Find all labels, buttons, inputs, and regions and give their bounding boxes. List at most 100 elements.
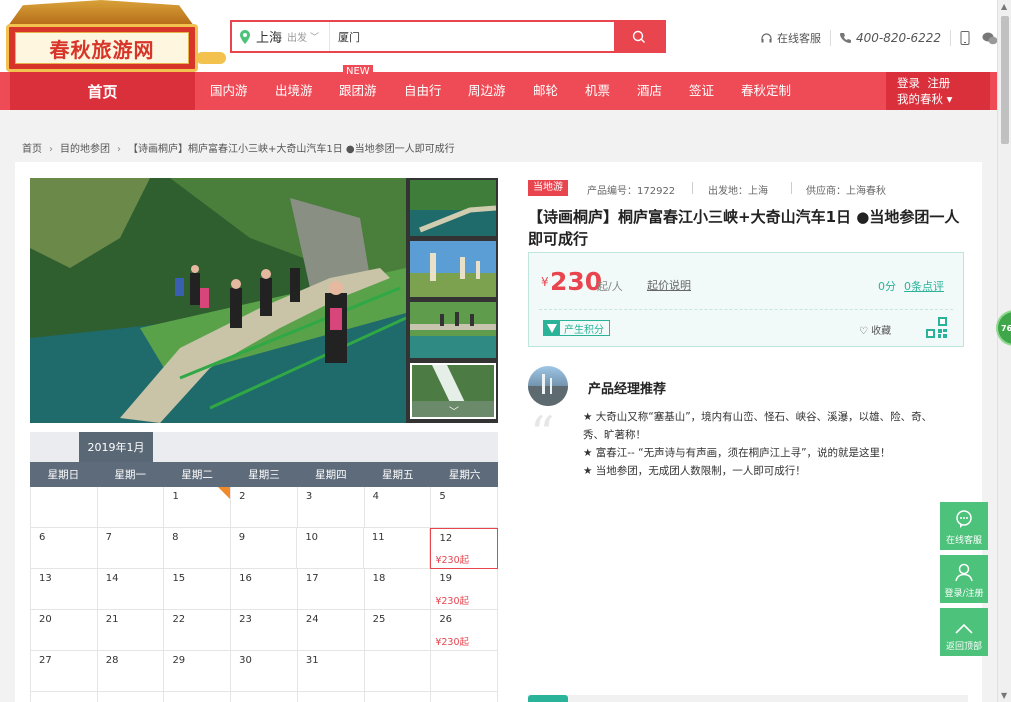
calendar-day-number: 29 [172, 655, 186, 666]
supplier: 供应商：上海春秋 [806, 186, 886, 197]
breadcrumb-home[interactable]: 首页 [22, 144, 42, 155]
breadcrumb-category[interactable]: 目的地参团 [60, 144, 110, 155]
login-link[interactable]: 登录 [897, 76, 920, 90]
departure-city-select[interactable]: 上海 出发 ﹀ [232, 22, 330, 51]
price-explain-link[interactable]: 起价说明 [647, 277, 691, 293]
calendar-day-number: 26 [439, 614, 453, 625]
favorite-button[interactable]: ♡ 收藏 [859, 322, 891, 337]
calendar-week-row: 1 2 3 4 5 [30, 487, 499, 528]
calendar-day: 31 [297, 651, 365, 692]
breadcrumb-current: 【诗画桐庐】桐庐富春江小三峡+大奇山汽车1日 ●当地参团一人即可成行 [128, 144, 455, 155]
calendar-empty-cell [30, 692, 98, 702]
new-badge: NEW [343, 65, 373, 79]
gallery-thumbnail-1[interactable] [410, 180, 496, 236]
weekday-label: 星期五 [381, 469, 414, 481]
calendar-day-number: 16 [239, 573, 252, 584]
calendar-day-number: 21 [105, 614, 119, 625]
nav-item-flights[interactable]: 机票 [585, 72, 610, 110]
calendar-day: 14 [97, 569, 165, 610]
calendar-day: 15 [164, 569, 232, 610]
float-login-button[interactable]: 登录/注册 [940, 555, 988, 603]
calendar-month-tabs: 2019年1月 [30, 432, 498, 462]
recommendation-line: ★ 大奇山又称“塞基山”，境内有山峦、怪石、峡谷、溪瀑，以雄、险、奇、秀、旷著称… [583, 411, 933, 441]
gallery-thumbnail-2[interactable] [410, 241, 496, 297]
reviews-link[interactable]: 0条点评 [904, 278, 944, 294]
my-account-menu[interactable]: 我的春秋 ▾ [897, 92, 952, 106]
calendar-empty-cell [30, 487, 98, 528]
calendar-day: 22 [164, 610, 232, 651]
calendar-day-number: 10 [305, 532, 319, 543]
departure-city: 上海 [256, 31, 283, 46]
calendar-day[interactable]: 19 ¥230起 [431, 569, 499, 610]
gallery-thumbnail-4-selected[interactable]: ﹀ [410, 363, 496, 419]
calendar-empty-cell [98, 692, 165, 702]
nav-item-visa[interactable]: 签证 [689, 72, 714, 110]
product-type-badge: 当地游 [528, 180, 568, 196]
nav-home[interactable]: 首页 [10, 72, 195, 110]
calendar-month-tab[interactable]: 2019年1月 [79, 432, 153, 462]
calendar-day[interactable]: 26 ¥230起 [431, 610, 499, 651]
page-scrollbar[interactable]: ▲ ▼ [997, 0, 1011, 702]
wechat-icon[interactable] [982, 32, 998, 45]
nav-item-domestic[interactable]: 国内游 [210, 72, 248, 110]
chat-bubble-icon [956, 510, 972, 528]
calendar-empty-cell [231, 692, 298, 702]
main-nav: 首页 国内游 出境游 跟团游 NEW 自由行 周边游 邮轮 机票 酒店 签证 春… [0, 65, 997, 110]
calendar-weekday-header: 星期日 星期一 星期二 星期三 星期四 星期五 星期六 [30, 462, 498, 487]
calendar-day[interactable]: 12 ¥230起 [430, 528, 499, 569]
manager-recommendation: ★ 大奇山又称“塞基山”，境内有山峦、怪石、峡谷、溪瀑，以雄、险、奇、秀、旷著称… [583, 408, 941, 480]
scroll-up-arrow-icon[interactable]: ▲ [1001, 2, 1007, 11]
calendar-day-number: 3 [305, 491, 313, 502]
scroll-down-arrow-icon[interactable]: ▼ [1001, 691, 1007, 700]
departure-label: 出发 [287, 33, 308, 44]
breadcrumb-separator-icon: › [49, 144, 53, 155]
nav-item-nearby[interactable]: 周边游 [468, 72, 506, 110]
site-logo[interactable]: 春秋旅游网 [0, 0, 226, 74]
section-tab-active[interactable] [528, 695, 568, 702]
calendar-day: 29 [164, 651, 232, 692]
calendar-day: 20 [30, 610, 98, 651]
logo-text: 春秋旅游网 [49, 37, 155, 62]
search-input[interactable] [338, 27, 608, 46]
calendar-day: 2 [231, 487, 298, 528]
calendar-day: 5 [431, 487, 499, 528]
qr-code-icon[interactable] [926, 317, 948, 339]
float-online-service-button[interactable]: 在线客服 [940, 502, 988, 550]
calendar-day-number: 20 [39, 614, 52, 625]
mobile-icon[interactable] [960, 31, 970, 45]
nav-item-independent[interactable]: 自由行 [404, 72, 442, 110]
nav-item-custom[interactable]: 春秋定制 [741, 72, 791, 110]
price-unit: 起/人 [597, 280, 623, 293]
search-button[interactable] [614, 22, 664, 51]
nav-item-outbound[interactable]: 出境游 [275, 72, 313, 110]
product-code: 产品编号：172922 [587, 186, 676, 197]
manager-avatar [528, 366, 568, 406]
calendar-week-row: 27 28 29 30 31 [30, 651, 499, 692]
gallery-thumbnail-3[interactable] [410, 302, 496, 358]
nav-item-hotels[interactable]: 酒店 [637, 72, 662, 110]
calendar-day-number: 22 [172, 614, 186, 625]
scrollbar-thumb[interactable] [1001, 16, 1009, 144]
user-menu: 登录 注册 我的春秋 ▾ [886, 72, 990, 110]
calendar-day-number: 4 [372, 491, 379, 502]
weekday-label: 星期三 [248, 469, 280, 481]
calendar-empty-cell [298, 692, 365, 702]
calendar-day-price: ¥230起 [435, 596, 469, 607]
user-icon [955, 563, 973, 582]
calendar-day-number: 7 [105, 532, 112, 543]
calendar-day-number: 6 [39, 532, 46, 543]
calendar-day-number: 2 [239, 491, 246, 502]
calendar-day: 10 [297, 528, 364, 569]
calendar-day-number: 19 [439, 573, 453, 584]
calendar-day-number: 27 [39, 655, 52, 666]
calendar-day-number: 18 [372, 573, 386, 584]
hotline-number: 400-820-6222 [856, 31, 942, 45]
main-photo[interactable] [30, 178, 406, 423]
recommendation-line: ★ 富春江-- “无声诗与有声画，须在桐庐江上寻”，说的就是这里！ [583, 447, 891, 459]
manager-section-title: 产品经理推荐 [588, 382, 667, 397]
nav-item-cruise[interactable]: 邮轮 [533, 72, 558, 110]
online-service-link[interactable]: 在线客服 [777, 30, 821, 46]
float-back-to-top-button[interactable]: 返回顶部 [940, 608, 988, 656]
calendar-day: 8 [164, 528, 231, 569]
register-link[interactable]: 注册 [927, 76, 950, 90]
